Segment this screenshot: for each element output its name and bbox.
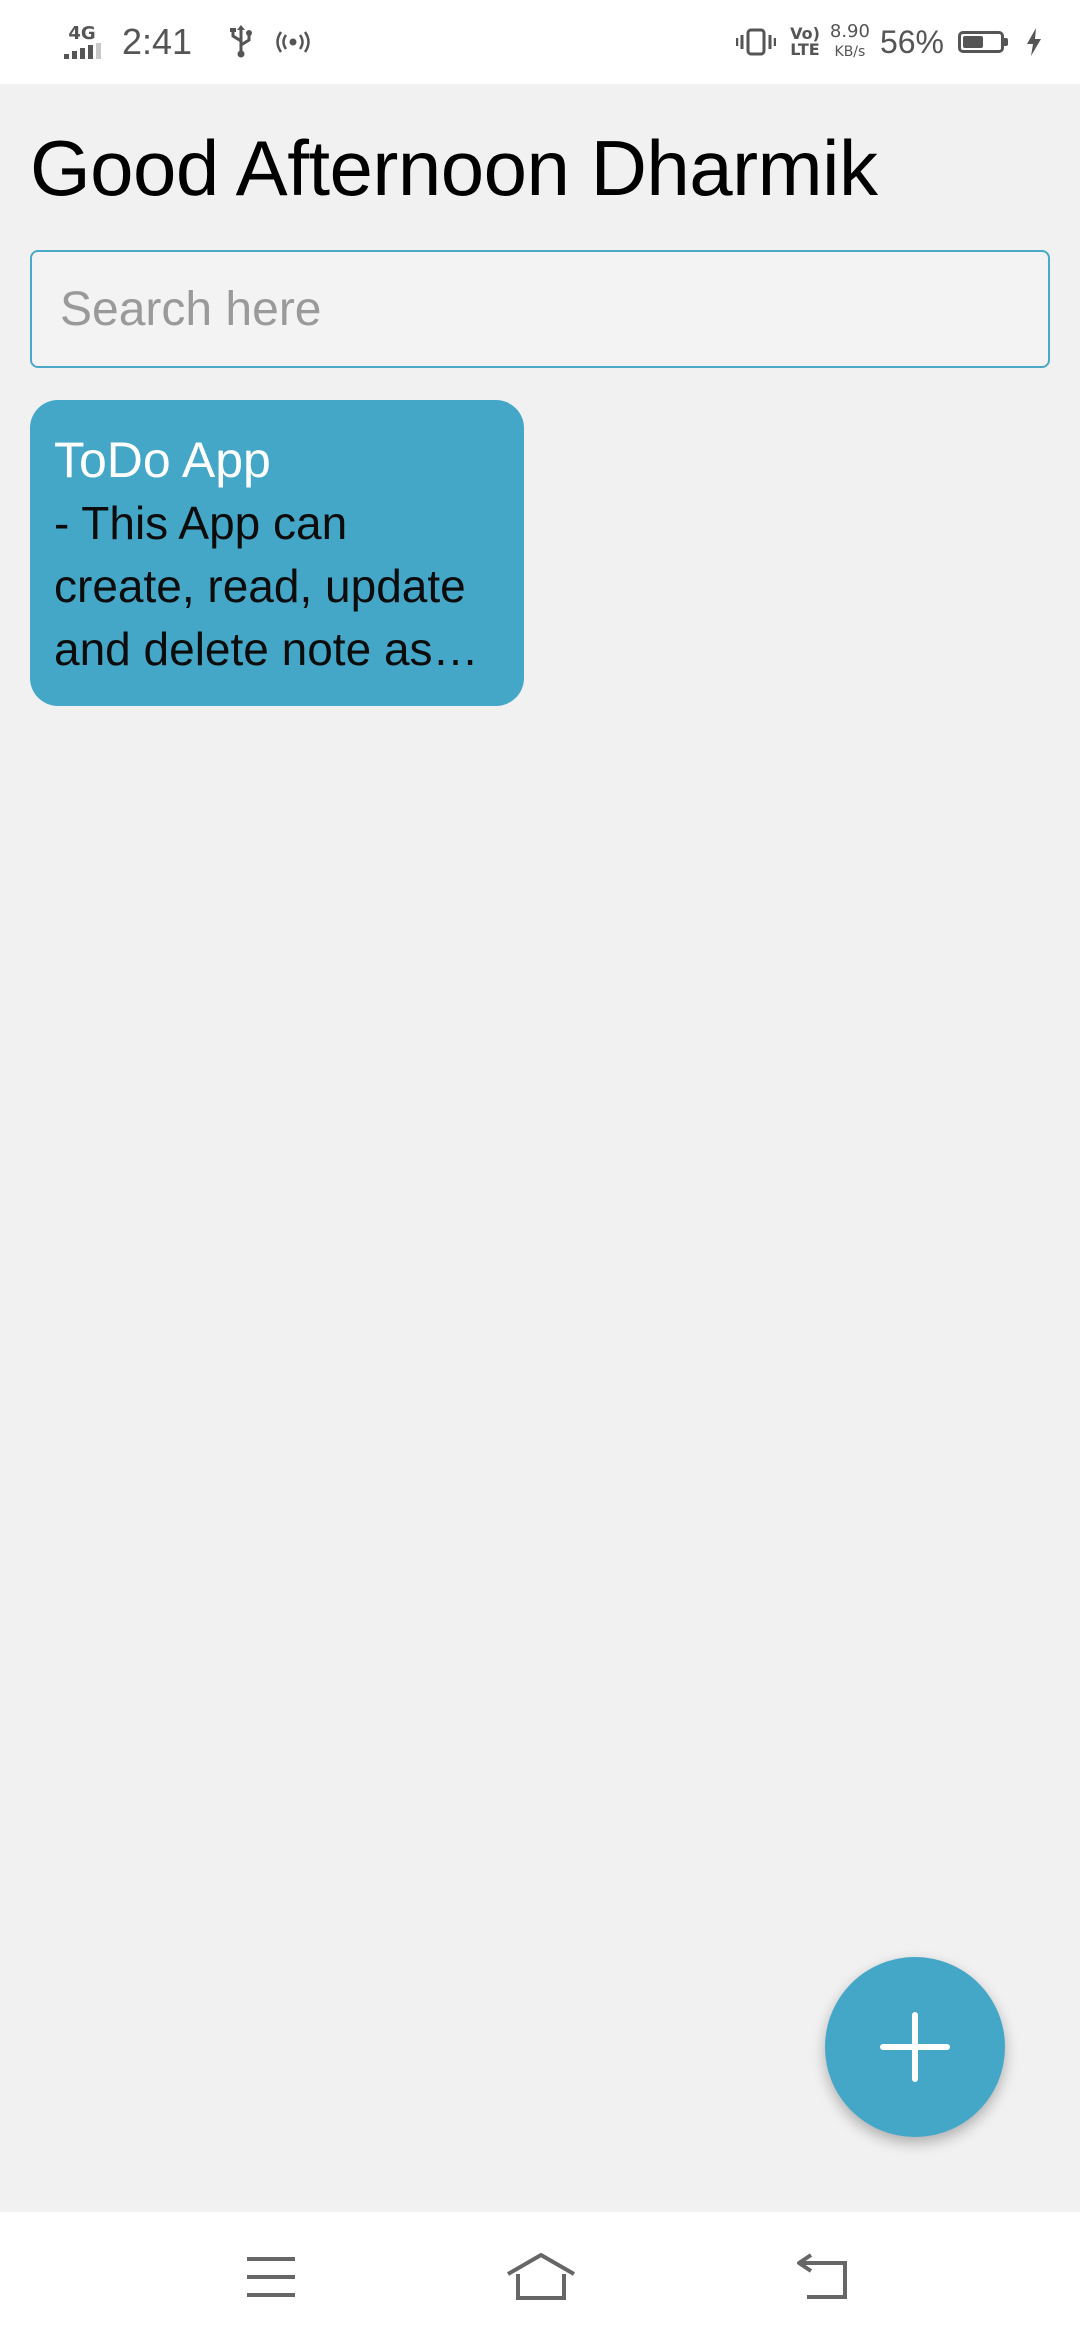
menu-button[interactable] — [226, 2242, 316, 2312]
status-time: 2:41 — [122, 21, 193, 62]
volte-icon: Vo) LTE — [790, 26, 820, 58]
battery-icon — [958, 31, 1008, 53]
status-bar: 4G 2:41 Vo) LTE 8.90 KB/s 56% — [0, 0, 1080, 84]
network-speed: 8.90 KB/s — [830, 22, 870, 62]
vibrate-icon — [736, 28, 777, 56]
home-icon — [507, 2253, 575, 2300]
hotspot-icon — [276, 31, 310, 53]
note-body: - This App can create, read, update and … — [54, 497, 466, 675]
home-button[interactable] — [496, 2242, 586, 2312]
network-type-label: 4G — [68, 23, 96, 44]
menu-icon — [247, 2257, 295, 2297]
charging-icon — [1026, 28, 1042, 56]
network-indicator: 4G — [60, 25, 104, 59]
note-title: ToDo App — [54, 432, 271, 488]
battery-fill — [963, 36, 983, 48]
back-button[interactable] — [778, 2242, 868, 2312]
usb-icon — [228, 25, 254, 59]
note-card[interactable]: ToDo App - This App can create, read, up… — [30, 400, 524, 706]
volte-bottom-label: LTE — [790, 40, 820, 59]
speed-value: 8.90 — [829, 21, 870, 42]
page-title: Good Afternoon Dharmik — [30, 124, 878, 212]
search-input[interactable] — [30, 250, 1050, 368]
status-bar-left: 4G 2:41 — [60, 0, 310, 84]
signal-icon — [64, 43, 104, 59]
back-icon — [797, 2253, 847, 2299]
navigation-bar — [0, 2212, 1080, 2340]
add-note-button[interactable] — [825, 1957, 1005, 2137]
speed-unit: KB/s — [834, 44, 866, 60]
status-bar-right: Vo) LTE 8.90 KB/s 56% — [736, 0, 1042, 84]
plus-icon — [880, 2012, 950, 2082]
battery-percent: 56% — [879, 23, 944, 60]
